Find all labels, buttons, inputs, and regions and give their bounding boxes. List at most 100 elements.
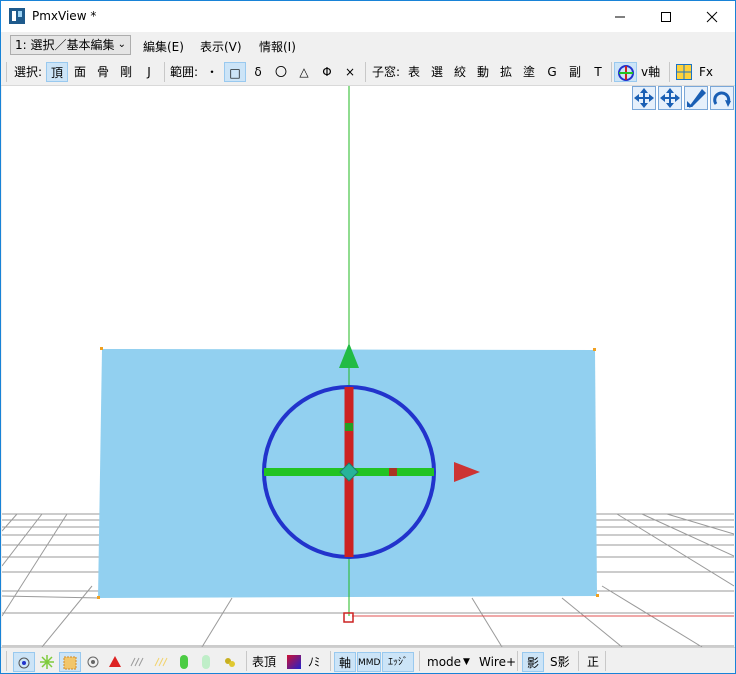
select-rigid-button[interactable]: 剛: [116, 62, 136, 82]
pale-capsule-icon: [202, 655, 210, 669]
gradient-swatch-icon: [287, 655, 301, 669]
app-icon: [9, 8, 25, 24]
range-circle-button[interactable]: 〇: [271, 62, 291, 82]
toolbar-separator: [365, 62, 366, 82]
joint-display-button[interactable]: [197, 652, 215, 672]
window-title: PmxView *: [32, 9, 97, 23]
statusbar-separator: [330, 651, 331, 671]
child-select-button[interactable]: 選: [427, 62, 447, 82]
color-swatch-button[interactable]: [285, 652, 303, 672]
child-group-button[interactable]: G: [542, 62, 562, 82]
vertex-handle[interactable]: [593, 348, 596, 351]
menu-info[interactable]: 情報(I): [259, 38, 296, 55]
move-button[interactable]: [658, 86, 682, 110]
zoom-button[interactable]: [684, 86, 708, 110]
vertex-handle[interactable]: [100, 347, 103, 350]
fx-button[interactable]: Fx: [699, 62, 713, 82]
hatch-icon: [130, 657, 144, 667]
child-filter-button[interactable]: 絞: [450, 62, 470, 82]
title-bar: PmxView *: [1, 1, 735, 32]
pmxview-window: PmxView * 1: 選択／基本編集 ⌄ 編集(E) 表示(V) 情報(I)…: [0, 0, 736, 674]
edge-toggle-button[interactable]: ｴｯｼﾞ: [382, 652, 414, 672]
statusbar-separator: [419, 651, 420, 671]
vertex-table-label[interactable]: 表頂: [252, 652, 276, 672]
select-joint-button[interactable]: J: [139, 62, 159, 82]
child-t-button[interactable]: T: [588, 62, 608, 82]
3d-viewport[interactable]: [2, 86, 734, 647]
range-triangle-button[interactable]: △: [294, 62, 314, 82]
rotate-button[interactable]: [710, 86, 734, 110]
toolbar-grip: [6, 62, 7, 82]
close-button[interactable]: [689, 1, 735, 32]
view-nav-tools: [630, 86, 734, 110]
self-shadow-toggle-button[interactable]: S影: [550, 652, 570, 672]
range-point-button[interactable]: ・: [202, 62, 222, 82]
statusbar-separator: [517, 651, 518, 671]
mmd-toggle-button[interactable]: MMD: [357, 652, 381, 672]
dotted-square-icon: [63, 656, 77, 670]
color-panel-button[interactable]: [674, 62, 694, 84]
shadow-toggle-button[interactable]: 影: [522, 652, 544, 672]
select-bone-button[interactable]: 骨: [93, 62, 113, 82]
maximize-button[interactable]: [643, 1, 689, 32]
rotate-icon: [713, 91, 731, 107]
mode-dropdown-caret-icon[interactable]: ▼: [463, 652, 470, 672]
close-icon: [706, 11, 718, 22]
menu-view[interactable]: 表示(V): [200, 38, 242, 55]
select-face-button[interactable]: 面: [70, 62, 90, 82]
front-view-button[interactable]: 正: [585, 652, 601, 672]
move-cross-icon: [660, 88, 680, 108]
range-label: 範囲:: [170, 65, 199, 79]
child-move-button[interactable]: 動: [473, 62, 493, 82]
pan-button[interactable]: [632, 86, 656, 110]
toolbar-separator: [611, 62, 612, 82]
bone-line-button[interactable]: [127, 652, 149, 672]
point-display-button[interactable]: [83, 652, 103, 672]
gizmo-icon: [617, 65, 634, 81]
child-paint-button[interactable]: 塗: [519, 62, 539, 82]
target-dot-icon: [18, 657, 30, 669]
child-scale-button[interactable]: 拡: [496, 62, 516, 82]
x-scale-handle[interactable]: [389, 468, 397, 476]
select-vertex-button[interactable]: 頂: [46, 62, 68, 82]
status-bar: 表頂 ﾉﾐ 軸 MMD ｴｯｼﾞ mode ▼ Wire+ 影 S影 正: [1, 647, 735, 673]
range-phi-button[interactable]: Φ: [317, 62, 337, 82]
menu-bar: 1: 選択／基本編集 ⌄ 編集(E) 表示(V) 情報(I): [1, 32, 735, 59]
soft-display-button[interactable]: [219, 652, 241, 672]
green-capsule-icon: [180, 655, 188, 669]
yellow-hatch-icon: [154, 657, 168, 667]
no-toggle-button[interactable]: ﾉﾐ: [308, 652, 320, 672]
weight-display-button[interactable]: [59, 652, 81, 672]
range-clear-button[interactable]: ×: [340, 62, 360, 82]
vertex-handle[interactable]: [97, 596, 100, 599]
toolbar-separator: [669, 62, 670, 82]
child-table-button[interactable]: 表: [404, 62, 424, 82]
v-axis-button[interactable]: v軸: [641, 62, 660, 82]
rigid-display-button[interactable]: [175, 652, 193, 672]
menu-edit[interactable]: 編集(E): [143, 38, 184, 55]
maximize-icon: [661, 11, 671, 22]
vertex-display-button[interactable]: [13, 652, 35, 672]
bone-ik-button[interactable]: [151, 652, 173, 672]
move-arrows-icon: [634, 88, 654, 108]
normal-display-button[interactable]: [37, 652, 57, 672]
burst-icon: [40, 655, 54, 669]
gizmo-toggle-button[interactable]: [614, 62, 637, 82]
wire-toggle-button[interactable]: Wire+: [479, 652, 516, 672]
minimize-button[interactable]: [597, 1, 643, 32]
minimize-icon: [615, 16, 625, 17]
child-sub-button[interactable]: 副: [565, 62, 585, 82]
red-triangle-icon: [109, 656, 121, 667]
vertex-handle[interactable]: [596, 594, 599, 597]
mode-dropdown[interactable]: mode: [427, 652, 461, 672]
y-scale-handle[interactable]: [345, 423, 353, 431]
axis-toggle-button[interactable]: 軸: [334, 652, 356, 672]
color-grid-icon: [676, 64, 692, 80]
range-rect-button[interactable]: □: [224, 62, 246, 82]
face-display-button[interactable]: [105, 652, 125, 672]
toolbar: 選択: 頂 面 骨 剛 J 範囲: ・ □ δ 〇 △ Φ × 子窓: 表 選 …: [1, 59, 735, 86]
mode-select[interactable]: 1: 選択／基本編集 ⌄: [10, 35, 131, 55]
child-window-label: 子窓:: [372, 65, 401, 79]
range-delta-button[interactable]: δ: [248, 62, 268, 82]
circle-dot-icon: [87, 656, 99, 668]
